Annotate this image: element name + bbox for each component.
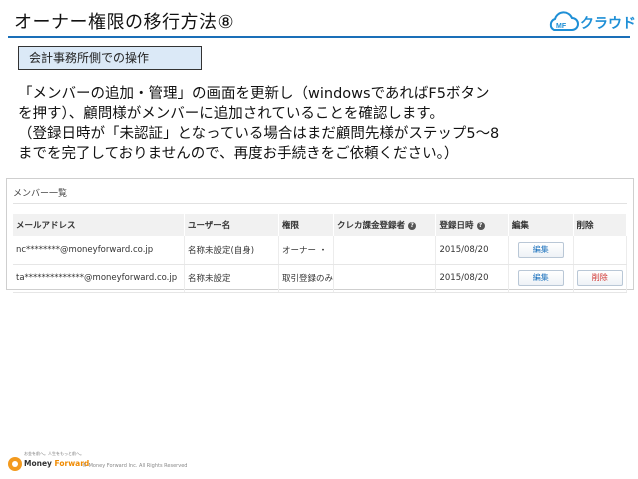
member-list-screenshot: メンバー一覧 メールアドレス ユーザー名 権限 クレカ課金登録者? 登録日時? …	[6, 178, 634, 293]
cell-edit: 編集	[508, 264, 574, 293]
question-circle-icon[interactable]: ?	[408, 221, 417, 230]
brand-text: クラウド	[580, 16, 636, 32]
instruction-line: を押す）、顧問様がメンバーに追加されていることを確認します。	[18, 106, 444, 122]
cell-registered: 2015/08/20	[435, 264, 509, 293]
table-header-row: メールアドレス ユーザー名 権限 クレカ課金登録者? 登録日時? 編集 削除	[13, 214, 627, 236]
cell-role: オーナー ・	[278, 236, 335, 265]
instruction-line: 「メンバーの追加・管理」の画面を更新し（windowsであればF5ボタン	[18, 86, 490, 102]
cell-delete	[573, 236, 627, 265]
delete-button[interactable]: 削除	[576, 270, 623, 286]
logo-mark-icon	[8, 457, 22, 471]
cell-card-payer	[333, 236, 437, 265]
cloud-icon: MF	[549, 11, 579, 31]
cell-username: 名称未設定	[184, 264, 280, 293]
column-header-registered: 登録日時?	[435, 214, 509, 236]
column-header-edit: 編集	[508, 214, 574, 236]
instructions: 「メンバーの追加・管理」の画面を更新し（windowsであればF5ボタン を押す…	[18, 84, 630, 164]
edit-button[interactable]: 編集	[517, 241, 564, 258]
copyright: © Money Forward Inc. All Rights Reserved	[82, 463, 188, 469]
logo-wordmark: Money Forward	[24, 459, 90, 468]
cell-role: 取引登録のみ	[278, 264, 335, 293]
table-row: nc********@moneyforward.co.jp 名称未設定(自身) …	[13, 236, 627, 265]
moneyforward-logo: お金を前へ。人生をもっと前へ。 Money Forward	[6, 451, 89, 475]
cell-card-payer	[333, 264, 437, 293]
column-header-username: ユーザー名	[184, 214, 280, 236]
question-circle-icon[interactable]: ?	[476, 221, 485, 230]
title-divider	[8, 36, 630, 38]
brand-prefix: MF	[556, 23, 567, 30]
divider	[13, 203, 627, 204]
column-header-email: メールアドレス	[13, 214, 185, 236]
column-header-role: 権限	[278, 214, 335, 236]
section-tag: 会計事務所側での操作	[18, 46, 202, 70]
column-header-delete: 削除	[573, 214, 627, 236]
table-row: ta**************@moneyforward.co.jp 名称未設…	[13, 264, 627, 293]
member-table: メールアドレス ユーザー名 権限 クレカ課金登録者? 登録日時? 編集 削除 n…	[13, 214, 627, 293]
cell-delete: 削除	[573, 264, 627, 293]
cell-email: nc********@moneyforward.co.jp	[13, 236, 185, 265]
mf-cloud-logo: MF クラウド	[546, 8, 636, 36]
cell-email: ta**************@moneyforward.co.jp	[13, 264, 185, 293]
page-title: オーナー権限の移行方法⑧	[14, 12, 235, 33]
instruction-line: （登録日時が「未認証」となっている場合はまだ顧問先様がステップ5〜8	[18, 126, 500, 142]
cell-username: 名称未設定(自身)	[184, 236, 280, 265]
logo-tagline: お金を前へ。人生をもっと前へ。	[24, 451, 84, 456]
cell-registered: 2015/08/20	[435, 236, 509, 265]
edit-button[interactable]: 編集	[517, 270, 564, 286]
cell-edit: 編集	[508, 236, 574, 265]
column-header-card-payer: クレカ課金登録者?	[333, 214, 437, 236]
instruction-line: までを完了しておりませんので、再度お手続きをご依頼ください。）	[18, 146, 459, 162]
member-list-title: メンバー一覧	[13, 189, 68, 199]
